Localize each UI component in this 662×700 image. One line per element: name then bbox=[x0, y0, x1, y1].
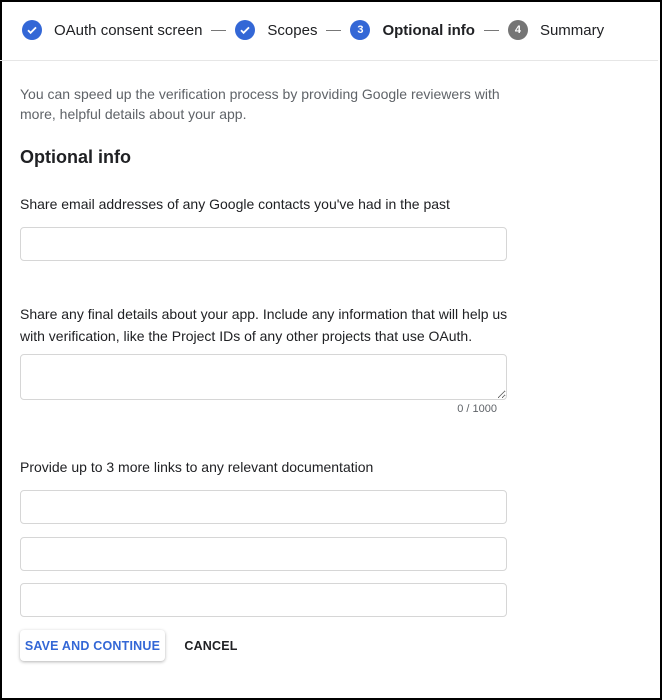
step-divider bbox=[326, 29, 342, 31]
intro-text: You can speed up the verification proces… bbox=[20, 86, 500, 122]
step-divider bbox=[483, 29, 499, 31]
section-title: Optional info bbox=[20, 147, 131, 167]
stepper: OAuth consent screen Scopes 3 Optional i… bbox=[0, 0, 658, 61]
step-scopes[interactable]: Scopes bbox=[267, 22, 317, 39]
step-number-4: 4 bbox=[507, 20, 528, 40]
step-optional-info[interactable]: Optional info bbox=[382, 22, 474, 39]
save-and-continue-button[interactable]: SAVE AND CONTINUE bbox=[20, 630, 165, 661]
step-summary[interactable]: Summary bbox=[540, 22, 604, 39]
details-label: Share any final details about your app. … bbox=[20, 306, 508, 344]
step-divider bbox=[211, 29, 227, 31]
links-label: Provide up to 3 more links to any releva… bbox=[20, 459, 374, 475]
link-input-2[interactable] bbox=[20, 537, 507, 571]
email-input[interactable] bbox=[20, 227, 507, 261]
email-label: Share email addresses of any Google cont… bbox=[20, 196, 450, 212]
cancel-button[interactable]: CANCEL bbox=[180, 630, 242, 661]
character-counter: 0 / 1000 bbox=[457, 403, 497, 415]
check-icon bbox=[235, 20, 256, 40]
link-input-3[interactable] bbox=[20, 583, 507, 617]
step-oauth-consent-screen[interactable]: OAuth consent screen bbox=[54, 22, 202, 39]
details-textarea[interactable] bbox=[20, 354, 507, 400]
link-input-1[interactable] bbox=[20, 490, 507, 524]
step-number-3: 3 bbox=[350, 20, 371, 40]
check-icon bbox=[22, 20, 42, 40]
